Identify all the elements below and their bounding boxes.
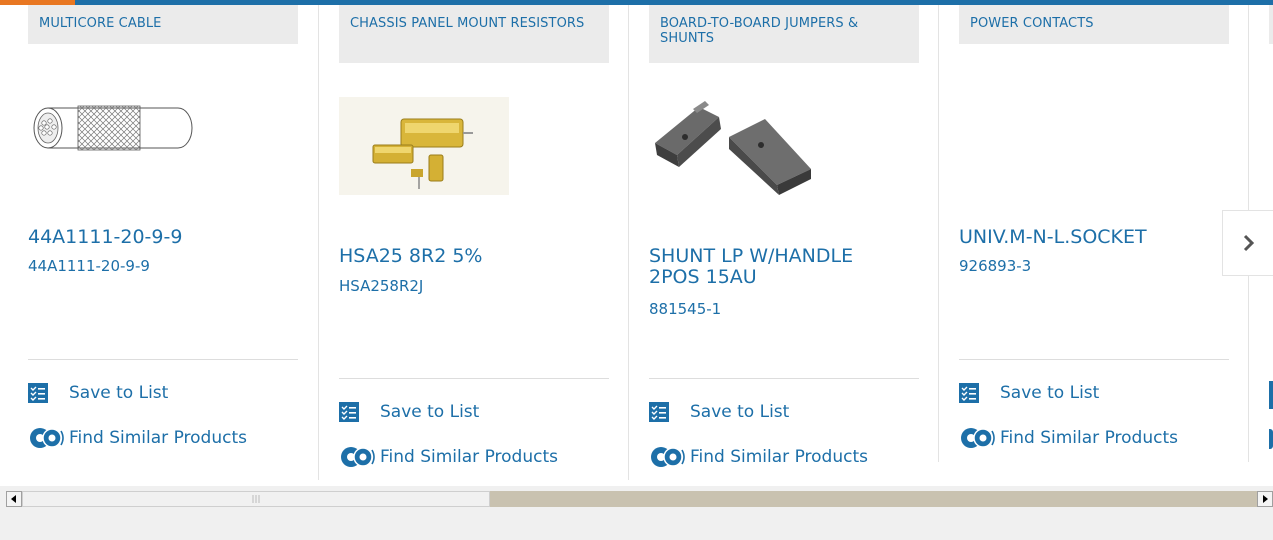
checklist-icon	[339, 402, 359, 422]
product-part-number-link[interactable]: HSA258R2J	[339, 278, 599, 295]
checklist-icon[interactable]	[1269, 381, 1273, 409]
find-similar-products-button[interactable]: Find Similar Products	[959, 426, 1178, 450]
find-similar-products-button[interactable]: Find Similar Products	[649, 445, 868, 469]
column-divider	[318, 5, 319, 480]
product-card: POWER CONTACTS UNIV.M-N-L.SOCKET 926893-…	[959, 5, 1229, 485]
product-name-link[interactable]: 44A1111-20-9-9	[28, 227, 288, 248]
card-divider	[959, 359, 1229, 360]
find-similar-products-button[interactable]: Find Similar Products	[28, 426, 247, 450]
product-category[interactable]: MULTICORE CABLE	[28, 5, 298, 44]
product-category-partial[interactable]	[1269, 5, 1273, 44]
product-part-number-link[interactable]: 926893-3	[959, 258, 1219, 275]
product-category[interactable]: CHASSIS PANEL MOUNT RESISTORS	[339, 5, 609, 63]
save-to-list-label: Save to List	[690, 402, 790, 422]
product-part-number-link[interactable]: 44A1111-20-9-9	[28, 258, 288, 275]
similar-products-icon	[651, 447, 685, 467]
save-to-list-button[interactable]: Save to List	[339, 400, 479, 424]
horizontal-scrollbar[interactable]	[6, 491, 1273, 514]
save-to-list-label: Save to List	[1000, 383, 1100, 403]
product-card: MULTICORE CABLE 44A1111-20-9-9 44A1111-2…	[28, 5, 298, 485]
arrow-left-icon	[11, 495, 16, 503]
checklist-icon	[959, 383, 979, 403]
checklist-icon	[28, 383, 48, 403]
similar-products-icon	[30, 428, 64, 448]
save-to-list-label: Save to List	[69, 383, 169, 403]
similar-products-icon	[961, 428, 995, 448]
product-card: BOARD-TO-BOARD JUMPERS & SHUNTS SHUNT LP…	[649, 5, 919, 485]
checklist-icon	[649, 402, 669, 422]
card-divider	[339, 378, 609, 379]
save-to-list-button[interactable]: Save to List	[959, 381, 1099, 405]
product-card: CHASSIS PANEL MOUNT RESISTORS HSA25 8R2 …	[339, 5, 609, 485]
find-similar-label: Find Similar Products	[690, 447, 868, 467]
find-similar-label: Find Similar Products	[380, 447, 558, 467]
arrow-right-icon	[1263, 495, 1268, 503]
card-divider	[28, 359, 298, 360]
save-to-list-button[interactable]: Save to List	[649, 400, 789, 424]
find-similar-products-button[interactable]: Find Similar Products	[339, 445, 558, 469]
product-name-link[interactable]: SHUNT LP W/HANDLE 2POS 15AU	[649, 246, 909, 288]
shunt-image[interactable]	[649, 93, 819, 203]
column-divider	[628, 5, 629, 480]
find-similar-label: Find Similar Products	[1000, 428, 1178, 448]
scroll-right-button[interactable]	[1257, 491, 1273, 507]
chevron-right-icon	[1243, 234, 1254, 252]
product-part-number-link[interactable]: 881545-1	[649, 301, 909, 318]
similar-products-icon[interactable]	[1269, 429, 1273, 449]
save-to-list-button[interactable]: Save to List	[28, 381, 168, 405]
card-divider	[649, 378, 919, 379]
carousel-next-button[interactable]	[1222, 210, 1273, 276]
save-to-list-label: Save to List	[380, 402, 480, 422]
similar-products-icon	[341, 447, 375, 467]
product-category[interactable]: POWER CONTACTS	[959, 5, 1229, 44]
grip-icon	[252, 495, 260, 503]
scroll-left-button[interactable]	[6, 491, 22, 507]
product-name-link[interactable]: HSA25 8R2 5%	[339, 246, 599, 267]
product-carousel: MULTICORE CABLE 44A1111-20-9-9 44A1111-2…	[0, 0, 1273, 486]
multicore-cable-image[interactable]	[28, 90, 198, 175]
product-name-link[interactable]: UNIV.M-N-L.SOCKET	[959, 227, 1219, 248]
scroll-track[interactable]	[22, 491, 1257, 507]
resistor-image[interactable]	[339, 97, 509, 195]
product-category[interactable]: BOARD-TO-BOARD JUMPERS & SHUNTS	[649, 5, 919, 63]
column-divider	[938, 5, 939, 462]
find-similar-label: Find Similar Products	[69, 428, 247, 448]
scroll-thumb[interactable]	[22, 491, 490, 507]
